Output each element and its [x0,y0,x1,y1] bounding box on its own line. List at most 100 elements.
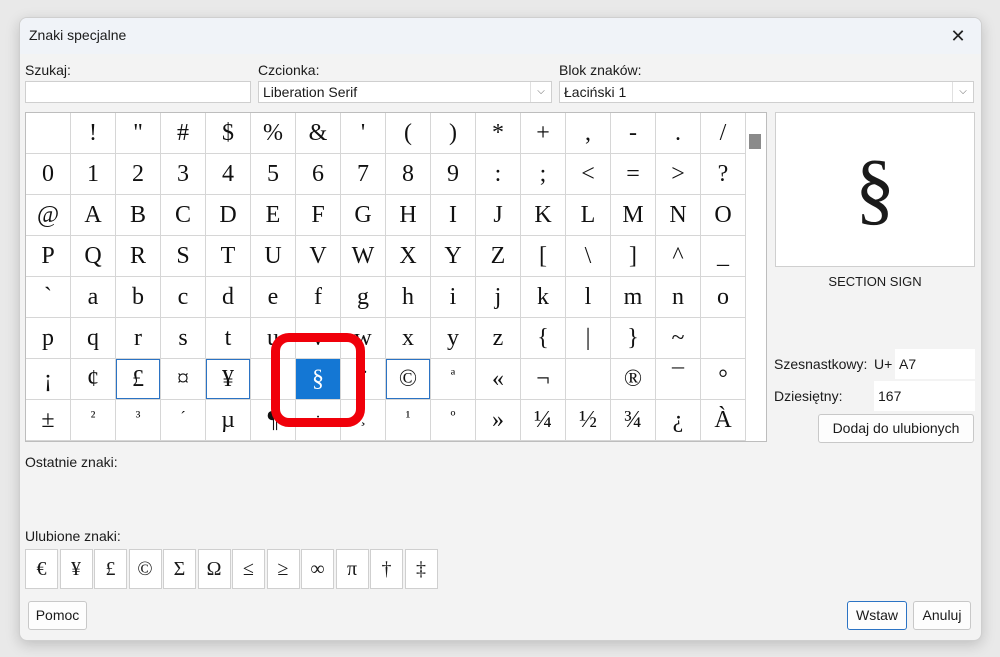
char-cell[interactable]: © [386,359,431,400]
char-cell[interactable]: ^ [656,236,701,277]
char-cell[interactable]: & [296,113,341,154]
char-cell[interactable]: ¯ [656,359,701,400]
char-cell[interactable]: $ [206,113,251,154]
char-cell[interactable]: ~ [656,318,701,359]
char-cell[interactable]: ¤ [161,359,206,400]
char-cell[interactable]: : [476,154,521,195]
char-cell[interactable]: C [161,195,206,236]
char-cell[interactable]: d [206,277,251,318]
char-cell[interactable]: g [341,277,386,318]
char-cell[interactable]: G [341,195,386,236]
char-cell[interactable]: º [431,400,476,441]
char-cell[interactable]: À [701,400,746,441]
hex-code-input[interactable]: A7 [895,349,975,379]
favorite-char[interactable]: ‡ [404,549,438,589]
char-cell[interactable]: { [521,318,566,359]
scrollbar-thumb[interactable] [749,134,761,149]
favorite-char[interactable]: ≤ [232,549,265,589]
char-cell[interactable]: 5 [251,154,296,195]
char-cell[interactable]: B [116,195,161,236]
favorite-char[interactable]: † [370,549,403,589]
favorite-char[interactable]: Σ [163,549,196,589]
char-cell[interactable]: T [206,236,251,277]
char-cell[interactable]: A [71,195,116,236]
char-cell[interactable]: D [206,195,251,236]
char-cell[interactable]: F [296,195,341,236]
help-button[interactable]: Pomoc [28,601,87,630]
char-cell[interactable]: U [251,236,296,277]
char-cell[interactable]: q [71,318,116,359]
add-favorite-button[interactable]: Dodaj do ulubionych [818,414,974,443]
char-cell[interactable]: / [701,113,746,154]
char-cell[interactable]: ´ [161,400,206,441]
char-cell[interactable]: L [566,195,611,236]
char-cell[interactable]: K [521,195,566,236]
char-cell[interactable]: ¹ [386,400,431,441]
char-cell[interactable]: * [476,113,521,154]
char-cell[interactable]: Y [431,236,476,277]
char-cell[interactable]: O [701,195,746,236]
char-cell[interactable]: ° [701,359,746,400]
char-cell[interactable]: P [26,236,71,277]
char-cell[interactable]: [ [521,236,566,277]
char-cell[interactable]: H [386,195,431,236]
char-cell[interactable]: µ [206,400,251,441]
char-cell[interactable]: ¿ [656,400,701,441]
char-cell[interactable]: 3 [161,154,206,195]
char-cell[interactable]: 6 [296,154,341,195]
close-icon[interactable]: ✕ [943,22,973,50]
char-cell[interactable]: = [611,154,656,195]
insert-button[interactable]: Wstaw [847,601,907,630]
favorite-char[interactable]: ≥ [266,549,300,589]
char-cell[interactable]: £ [116,359,161,400]
char-cell[interactable]: N [656,195,701,236]
grid-scrollbar[interactable] [746,113,766,441]
char-cell[interactable]: ª [431,359,476,400]
char-cell[interactable]: ¡ [26,359,71,400]
char-cell[interactable]: < [566,154,611,195]
favorite-char[interactable]: © [128,549,162,589]
char-cell[interactable]: ` [26,277,71,318]
char-cell[interactable]: l [566,277,611,318]
char-cell[interactable]: ; [521,154,566,195]
char-cell[interactable]: 9 [431,154,476,195]
char-cell[interactable]: i [431,277,476,318]
char-cell[interactable]: ³ [116,400,161,441]
char-cell[interactable]: r [116,318,161,359]
char-cell[interactable]: b [116,277,161,318]
favorite-char[interactable]: £ [94,549,127,589]
char-cell[interactable]: > [656,154,701,195]
char-cell[interactable] [701,318,746,359]
cancel-button[interactable]: Anuluj [913,601,971,630]
char-cell[interactable]: E [251,195,296,236]
char-cell[interactable]: ± [26,400,71,441]
char-cell[interactable]: m [611,277,656,318]
char-cell[interactable]: . [656,113,701,154]
char-cell[interactable]: W [341,236,386,277]
char-cell[interactable]: ² [71,400,116,441]
char-cell[interactable]: s [161,318,206,359]
char-cell[interactable]: # [161,113,206,154]
char-cell[interactable]: c [161,277,206,318]
char-cell[interactable]: J [476,195,521,236]
char-cell[interactable]: ? [701,154,746,195]
char-cell[interactable]: @ [26,195,71,236]
char-cell[interactable]: x [386,318,431,359]
char-cell[interactable]: « [476,359,521,400]
char-cell[interactable]: ¢ [71,359,116,400]
char-cell[interactable]: n [656,277,701,318]
char-cell[interactable]: ) [431,113,476,154]
favorite-char[interactable]: € [25,549,58,589]
char-cell[interactable]: " [116,113,161,154]
char-cell[interactable]: a [71,277,116,318]
char-cell[interactable]: ( [386,113,431,154]
char-cell[interactable]: 8 [386,154,431,195]
char-cell[interactable]: } [611,318,656,359]
char-cell[interactable]: X [386,236,431,277]
char-cell[interactable]: k [521,277,566,318]
search-input[interactable] [25,81,251,103]
favorite-char[interactable]: ¥ [59,549,93,589]
char-cell[interactable]: ! [71,113,116,154]
char-cell[interactable]: 0 [26,154,71,195]
decimal-code-input[interactable]: 167 [874,381,975,411]
